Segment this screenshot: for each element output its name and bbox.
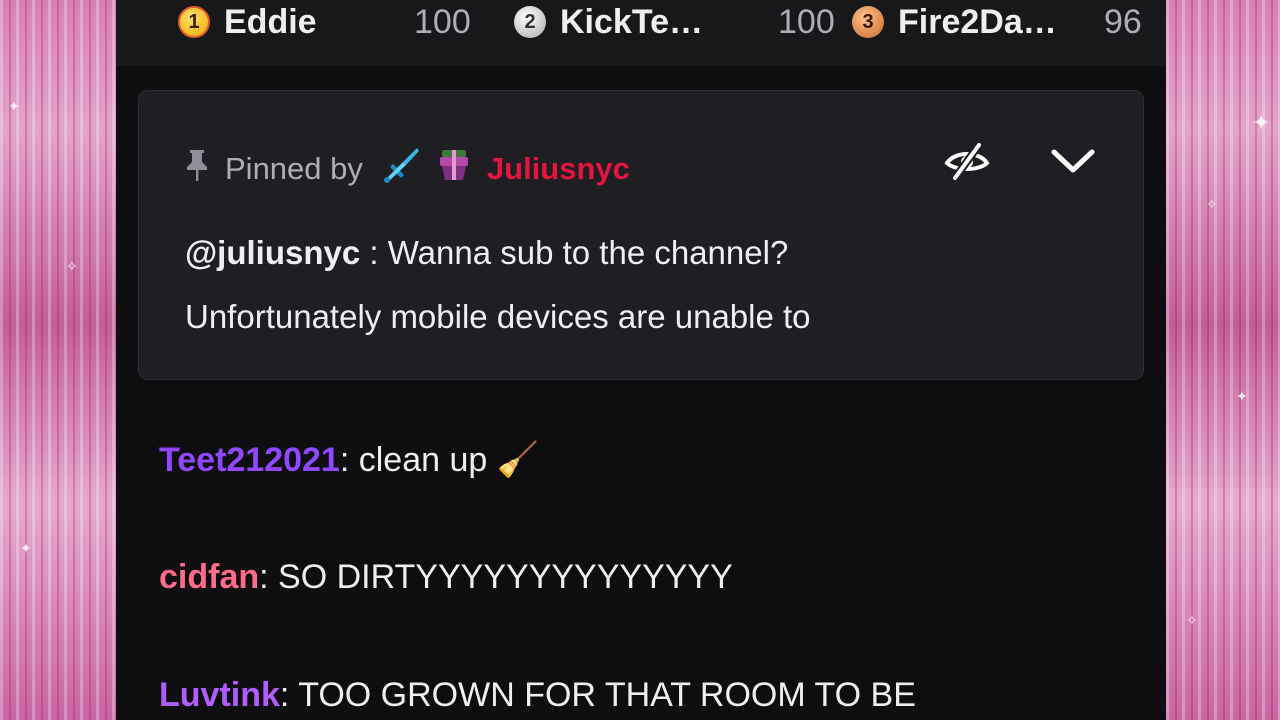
separator: : <box>360 234 388 271</box>
pinned-text: Wanna sub to the channel? <box>387 234 789 271</box>
leaderboard-name: Eddie <box>224 2 317 41</box>
leaderboard-entry[interactable]: 2 KickTe… 100 <box>514 2 835 42</box>
chat-separator: : <box>259 558 269 596</box>
eye-slash-icon <box>943 141 991 186</box>
chat-message: cidfan: SO DIRTYYYYYYYYYYYYYY <box>159 558 733 597</box>
sparkle-icon: ✦ <box>1236 388 1248 404</box>
leaderboard-name: KickTe… <box>560 2 703 41</box>
pinned-message-line: @juliusnyc : Wanna sub to the channel? <box>185 221 1085 285</box>
chat-username[interactable]: cidfan <box>159 558 259 596</box>
leaderboard-score: 100 <box>414 2 471 41</box>
pinned-message-body: @juliusnyc : Wanna sub to the channel? U… <box>185 221 1085 349</box>
broom-emoji-icon: 🧹 <box>496 441 540 479</box>
sparkle-icon: ✦ <box>20 540 32 556</box>
leaderboard-name: Fire2Da… <box>898 2 1057 41</box>
sword-badge-icon <box>381 145 421 193</box>
pin-icon <box>185 148 209 190</box>
leaderboard-entry[interactable]: 3 Fire2Da… 96 <box>852 2 1142 42</box>
sparkle-icon: ✦ <box>1252 110 1271 135</box>
chat-panel: 1 Eddie 100 2 KickTe… 100 3 Fire2Da… 96 … <box>116 0 1166 720</box>
mention[interactable]: @juliusnyc <box>185 234 360 271</box>
background-right: ✦ ✧ ✦ ✧ <box>1166 0 1280 720</box>
chat-username[interactable]: Teet212021 <box>159 441 340 479</box>
silver-medal-icon: 2 <box>514 6 546 38</box>
leaderboard-score: 96 <box>1104 2 1142 41</box>
chat-text: SO DIRTYYYYYYYYYYYYYY <box>268 558 733 596</box>
sparkle-icon: ✧ <box>1206 196 1218 212</box>
pinned-header: Pinned by Juliusnyc <box>185 147 630 191</box>
background-left: ✦ ✧ ✦ <box>0 0 116 720</box>
pinner-username[interactable]: Juliusnyc <box>487 151 630 187</box>
hide-pinned-button[interactable] <box>939 135 995 191</box>
pinned-text: Unfortunately mobile devices are unable … <box>185 298 811 335</box>
expand-pinned-button[interactable] <box>1045 135 1101 191</box>
chat-separator: : <box>279 676 290 714</box>
pinned-by-label: Pinned by <box>225 151 363 186</box>
pinned-message-line: Unfortunately mobile devices are unable … <box>185 285 1085 349</box>
sparkle-icon: ✧ <box>66 258 78 274</box>
gold-medal-icon: 1 <box>178 6 210 38</box>
chat-message: Luvtink: TOO GROWN FOR THAT ROOM TO BE <box>159 676 916 715</box>
chat-separator: : <box>339 441 350 479</box>
chat-text: clean up <box>349 441 497 479</box>
bronze-medal-icon: 3 <box>852 6 884 38</box>
chevron-down-icon <box>1050 146 1096 181</box>
sparkle-icon: ✦ <box>8 98 20 114</box>
sparkle-icon: ✧ <box>1186 612 1198 628</box>
chat-message: Teet212021: clean up 🧹 <box>159 440 539 480</box>
gift-badge-icon <box>437 147 471 191</box>
chat-text: TOO GROWN FOR THAT ROOM TO BE <box>289 676 916 714</box>
pinned-message[interactable]: Pinned by Juliusnyc @juliusnyc: Wanna s… <box>138 90 1144 380</box>
chat-username[interactable]: Luvtink <box>159 676 280 714</box>
leaderboard: 1 Eddie 100 2 KickTe… 100 3 Fire2Da… 96 <box>116 0 1166 66</box>
leaderboard-score: 100 <box>778 2 835 41</box>
leaderboard-entry[interactable]: 1 Eddie 100 <box>178 2 471 42</box>
